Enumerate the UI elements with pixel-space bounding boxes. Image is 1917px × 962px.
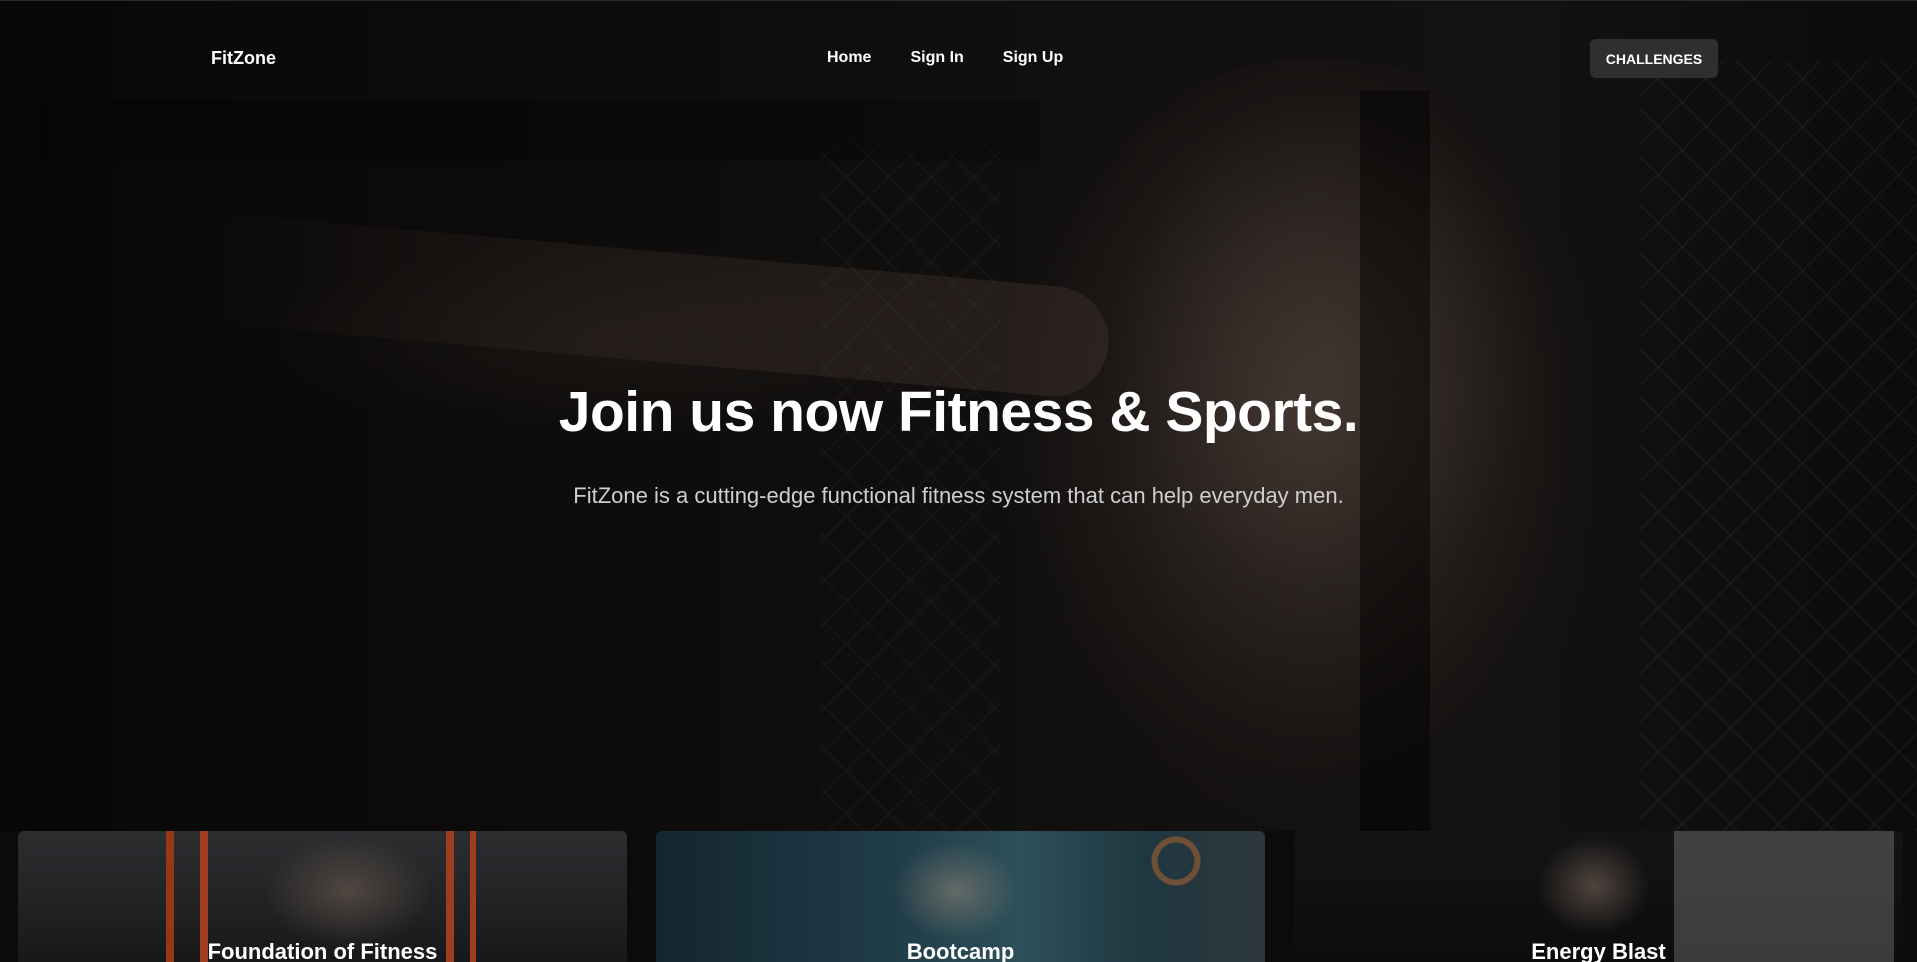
hero-section: Join us now Fitness & Sports. FitZone is… — [0, 1, 1917, 831]
nav-link-sign-up[interactable]: Sign Up — [1003, 49, 1063, 67]
challenges-button[interactable]: CHALLENGES — [1590, 39, 1718, 78]
nav-links: Home Sign In Sign Up — [827, 49, 1063, 67]
brand-logo[interactable]: FitZone — [211, 48, 276, 69]
program-card-energy-blast[interactable]: Energy Blast — [1294, 831, 1903, 962]
program-card-title: Bootcamp — [906, 939, 1015, 962]
hero-title: Join us now Fitness & Sports. — [558, 380, 1359, 444]
hero-subtitle: FitZone is a cutting-edge functional fit… — [573, 483, 1344, 508]
nav-link-home[interactable]: Home — [827, 49, 871, 67]
program-card-title: Foundation of Fitness — [207, 939, 438, 962]
program-cards: Foundation of Fitness Bootcamp Energy Bl… — [0, 831, 1917, 962]
program-card-bootcamp[interactable]: Bootcamp — [656, 831, 1265, 962]
nav-link-sign-in[interactable]: Sign In — [910, 49, 963, 67]
top-navbar: FitZone Home Sign In Sign Up CHALLENGES — [0, 1, 1917, 116]
program-card-foundation-of-fitness[interactable]: Foundation of Fitness — [18, 831, 627, 962]
landing-page: Join us now Fitness & Sports. FitZone is… — [0, 0, 1917, 962]
program-card-title: Energy Blast — [1531, 939, 1666, 962]
